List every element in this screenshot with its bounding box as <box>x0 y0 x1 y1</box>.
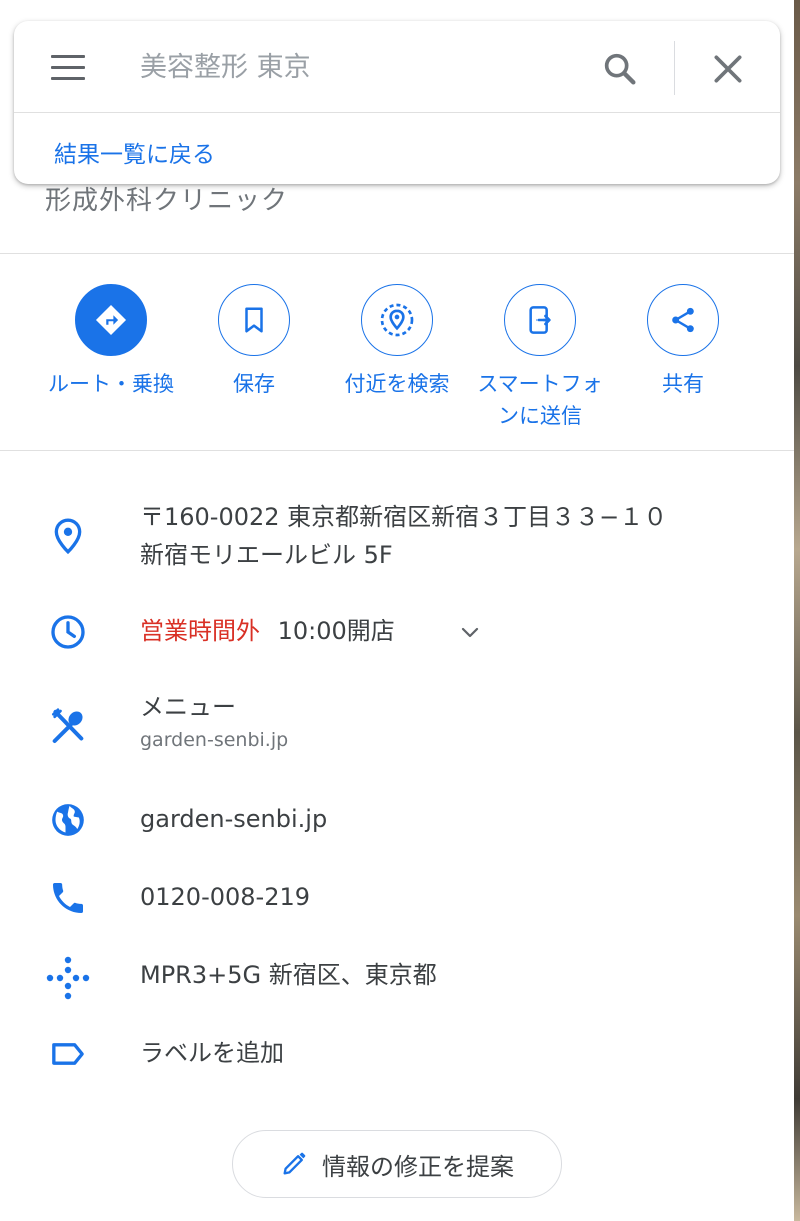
search-input[interactable] <box>138 45 578 89</box>
search-card: 結果一覧に戻る <box>14 21 780 184</box>
search-nearby-button[interactable]: 付近を検索 <box>326 284 468 400</box>
save-label: 保存 <box>233 372 275 396</box>
address-text: 〒160-0022 東京都新宿区新宿３丁目３３−１０ 新宿モリエールビル 5F <box>140 498 667 574</box>
globe-icon <box>52 804 84 836</box>
restaurant-icon <box>52 708 84 743</box>
hours-text: 営業時間外 10:00開店 <box>140 612 395 650</box>
menu-icon <box>51 55 85 58</box>
add-label-text: ラベルを追加 <box>140 1039 284 1067</box>
save-button[interactable]: 保存 <box>183 284 325 400</box>
chevron-down-icon[interactable] <box>456 620 484 644</box>
search-bar <box>14 21 780 113</box>
place-category: 形成外科クリニック <box>45 186 289 216</box>
search-separator <box>674 41 675 95</box>
nearby-circle <box>361 284 433 356</box>
menu-title: メニュー <box>140 693 236 721</box>
send-to-phone-button[interactable]: スマートフォンに送信 <box>469 284 611 432</box>
search-icon <box>604 53 636 85</box>
search-button[interactable] <box>600 49 640 89</box>
address-line2: 新宿モリエールビル 5F <box>140 541 393 569</box>
phone-icon <box>53 883 83 913</box>
share-button[interactable]: 共有 <box>612 284 754 400</box>
suggest-edit-button[interactable]: 情報の修正を提案 <box>232 1130 562 1198</box>
map-edge[interactable] <box>794 0 800 1221</box>
divider <box>0 253 794 254</box>
hours-row[interactable]: 営業時間外 10:00開店 <box>0 610 794 654</box>
clock-icon <box>51 615 85 649</box>
divider <box>0 450 794 451</box>
directions-button[interactable]: ルート・乗換 <box>40 284 182 400</box>
menu-button[interactable] <box>48 51 88 85</box>
menu-url[interactable]: garden-senbi.jp <box>140 726 288 754</box>
address-line1: 〒160-0022 東京都新宿区新宿３丁目３３−１０ <box>140 503 668 531</box>
location-pin-icon <box>54 518 82 555</box>
share-icon <box>672 307 694 333</box>
share-label: 共有 <box>662 372 704 396</box>
directions-icon <box>95 304 127 336</box>
plus-code-text: MPR3+5G 新宿区、東京都 <box>140 961 437 989</box>
suggest-edit-label: 情報の修正を提案 <box>322 1152 514 1181</box>
label-icon <box>52 1043 84 1065</box>
send-to-phone-icon <box>529 306 551 334</box>
phone-row[interactable]: 0120-008-219 <box>0 876 794 920</box>
back-to-results-link[interactable]: 結果一覧に戻る <box>54 135 215 169</box>
send-circle <box>504 284 576 356</box>
action-bar: ルート・乗換 保存 付近を検索 スマートフォンに送信 共有 <box>0 284 794 434</box>
send-label: スマートフォンに送信 <box>477 372 603 428</box>
plus-code-icon <box>46 956 90 1000</box>
close-button[interactable] <box>708 49 748 89</box>
hours-open: 10:00開店 <box>277 617 395 645</box>
phone-text: 0120-008-219 <box>140 883 311 911</box>
nearby-icon <box>380 303 414 337</box>
menu-icon-bar <box>51 77 85 80</box>
menu-icon-bar <box>51 66 85 69</box>
website-text: garden-senbi.jp <box>140 805 328 833</box>
directions-circle <box>75 284 147 356</box>
website-row[interactable]: garden-senbi.jp <box>0 798 794 842</box>
menu-row[interactable]: メニュー garden-senbi.jp <box>0 688 794 764</box>
address-row[interactable]: 〒160-0022 東京都新宿区新宿３丁目３３−１０ 新宿モリエールビル 5F <box>0 498 794 578</box>
pencil-icon <box>283 1152 306 1175</box>
directions-label: ルート・乗換 <box>48 372 174 396</box>
nearby-label: 付近を検索 <box>344 372 450 396</box>
menu-text: メニュー garden-senbi.jp <box>140 688 288 754</box>
save-circle <box>218 284 290 356</box>
close-icon <box>714 55 742 83</box>
plus-code-row[interactable]: MPR3+5G 新宿区、東京都 <box>0 954 794 1000</box>
add-label-row[interactable]: ラベルを追加 <box>0 1032 794 1076</box>
hours-status: 営業時間外 <box>140 617 260 645</box>
share-circle <box>647 284 719 356</box>
bookmark-icon <box>245 307 263 333</box>
